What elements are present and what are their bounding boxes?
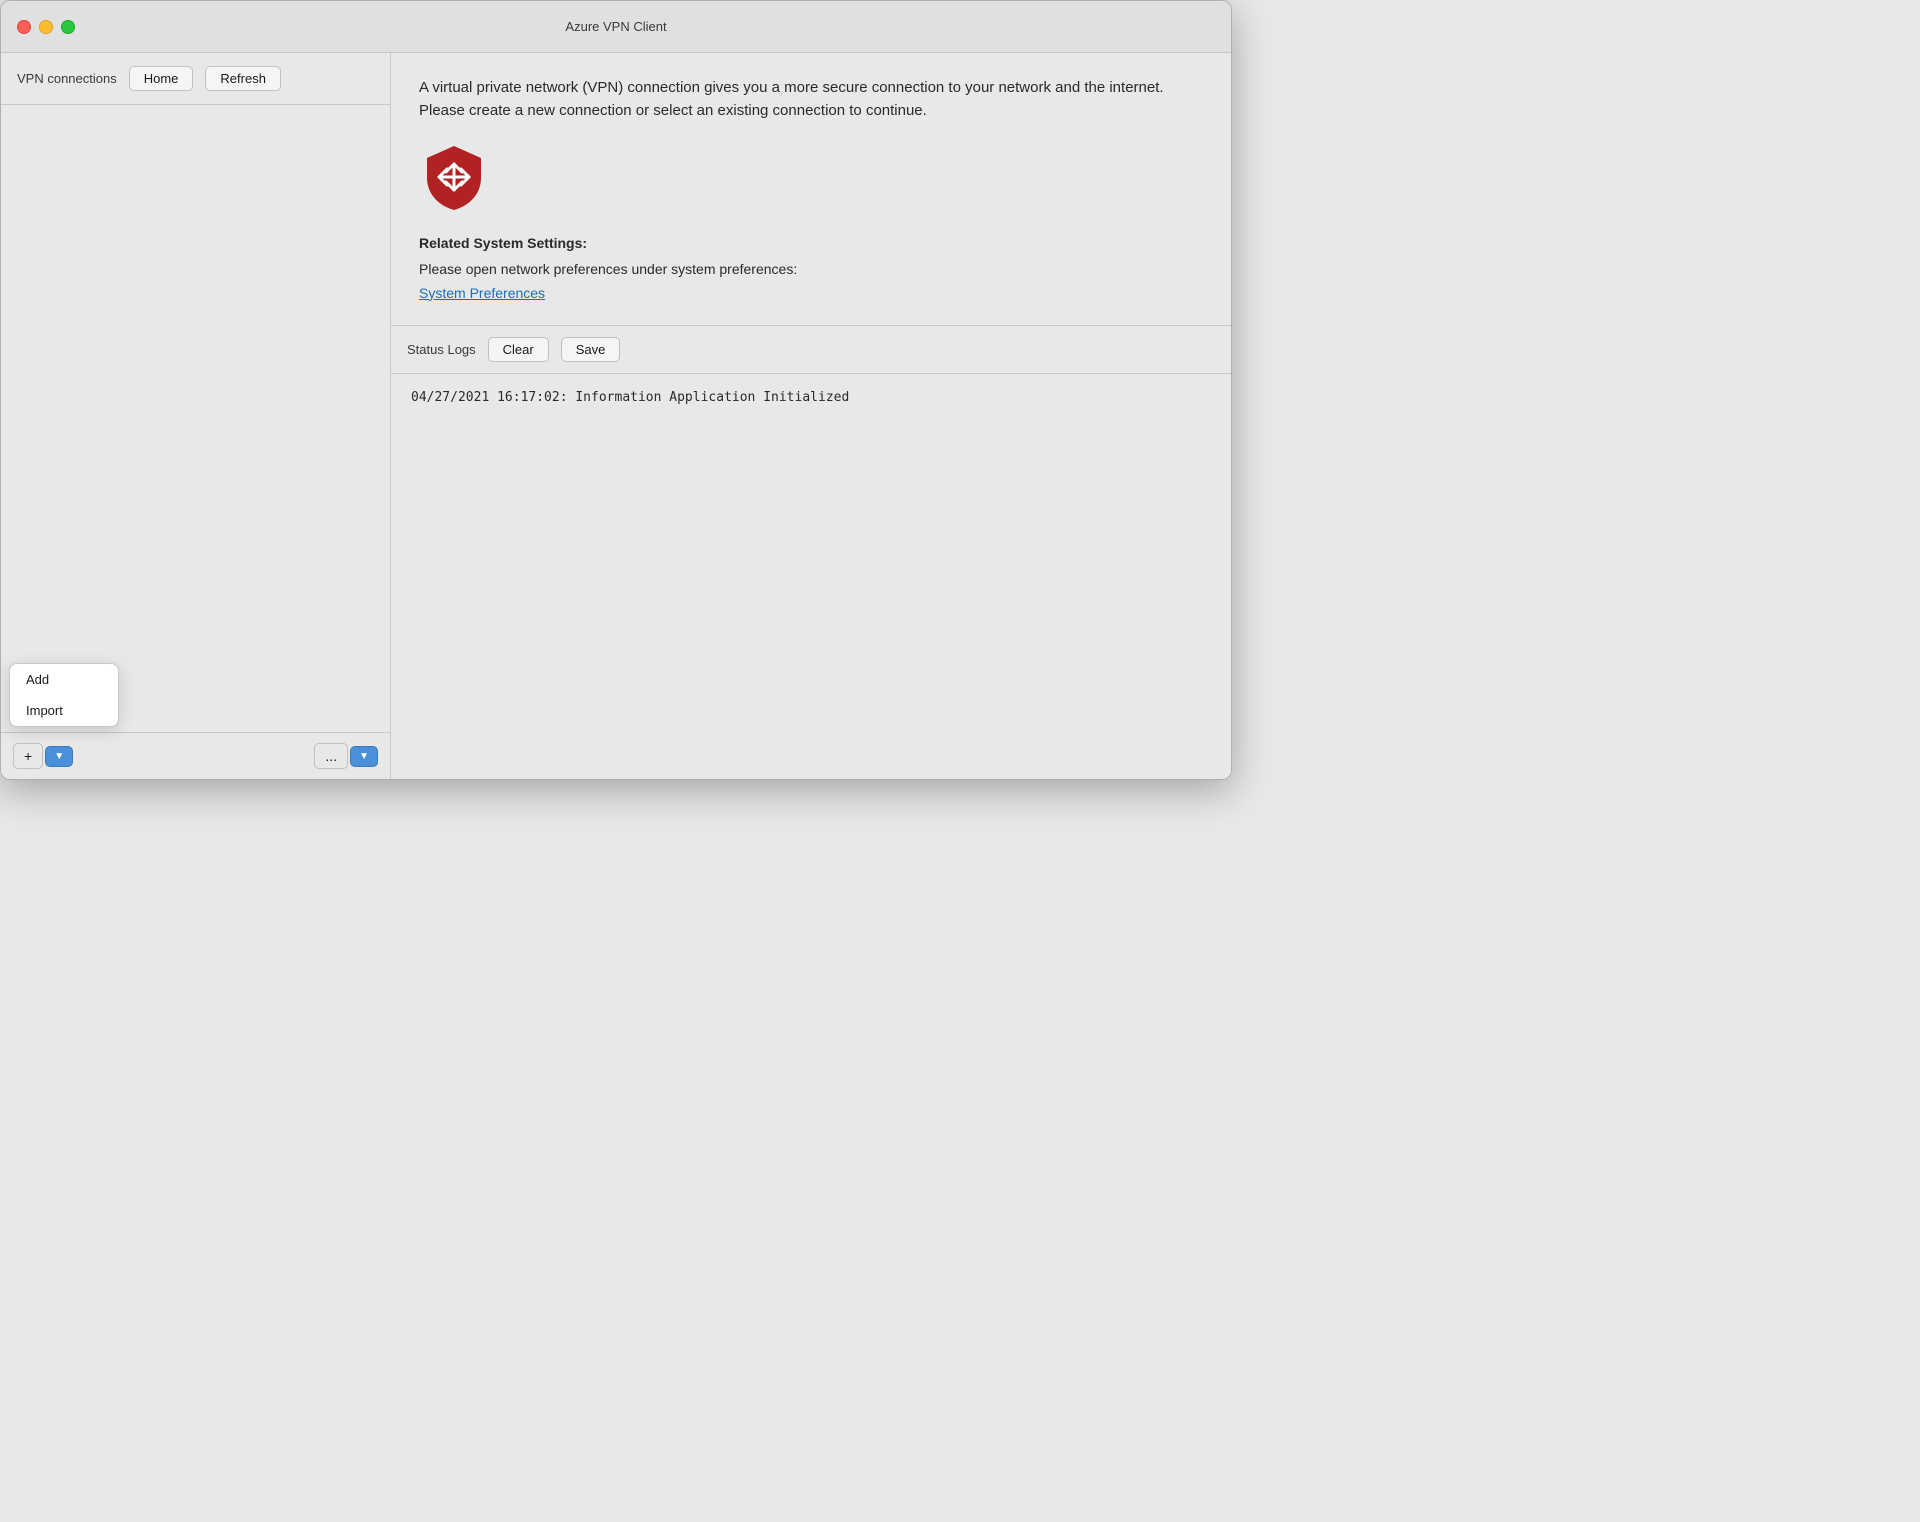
traffic-lights [17, 20, 75, 34]
description-text: A virtual private network (VPN) connecti… [419, 77, 1203, 122]
vpn-shield-icon [419, 142, 489, 212]
system-preferences-link[interactable]: System Preferences [419, 285, 545, 301]
content-area: A virtual private network (VPN) connecti… [391, 53, 1231, 779]
title-bar: Azure VPN Client [1, 1, 1231, 53]
close-button[interactable] [17, 20, 31, 34]
import-menu-item[interactable]: Import [10, 695, 118, 726]
maximize-button[interactable] [61, 20, 75, 34]
chevron-down-icon-2: ▼ [359, 751, 369, 762]
status-logs-header: Status Logs Clear Save [391, 326, 1231, 374]
more-button[interactable]: ... [314, 743, 348, 769]
sidebar-title: VPN connections [17, 71, 117, 86]
refresh-button[interactable]: Refresh [205, 66, 281, 91]
chevron-down-icon: ▼ [54, 751, 64, 762]
status-logs-title: Status Logs [407, 342, 476, 357]
main-layout: VPN connections Home Refresh + ▼ ... ▼ [1, 53, 1231, 779]
bottom-left-buttons: + ▼ [13, 743, 73, 769]
related-settings: Related System Settings: Please open net… [419, 232, 1203, 305]
add-menu-item[interactable]: Add [10, 664, 118, 695]
content-top: A virtual private network (VPN) connecti… [391, 53, 1231, 326]
logs-content: 04/27/2021 16:17:02: Information Applica… [391, 374, 1231, 779]
related-settings-text: Please open network preferences under sy… [419, 258, 1203, 282]
window-title: Azure VPN Client [565, 19, 666, 34]
main-window: Azure VPN Client VPN connections Home Re… [0, 0, 1232, 780]
sidebar-content [1, 105, 390, 732]
add-dropdown-button[interactable]: ▼ [45, 746, 73, 767]
clear-button[interactable]: Clear [488, 337, 549, 362]
sidebar-header: VPN connections Home Refresh [1, 53, 390, 105]
more-dropdown-button[interactable]: ▼ [350, 746, 378, 767]
add-button[interactable]: + [13, 743, 43, 769]
minimize-button[interactable] [39, 20, 53, 34]
home-button[interactable]: Home [129, 66, 194, 91]
add-dropdown-menu: Add Import [9, 663, 119, 727]
save-button[interactable]: Save [561, 337, 621, 362]
sidebar: VPN connections Home Refresh + ▼ ... ▼ [1, 53, 391, 779]
sidebar-bottom: + ▼ ... ▼ Add Import [1, 732, 390, 779]
related-settings-title: Related System Settings: [419, 232, 1203, 256]
log-entry: 04/27/2021 16:17:02: Information Applica… [411, 390, 1211, 405]
bottom-right-buttons: ... ▼ [314, 743, 378, 769]
